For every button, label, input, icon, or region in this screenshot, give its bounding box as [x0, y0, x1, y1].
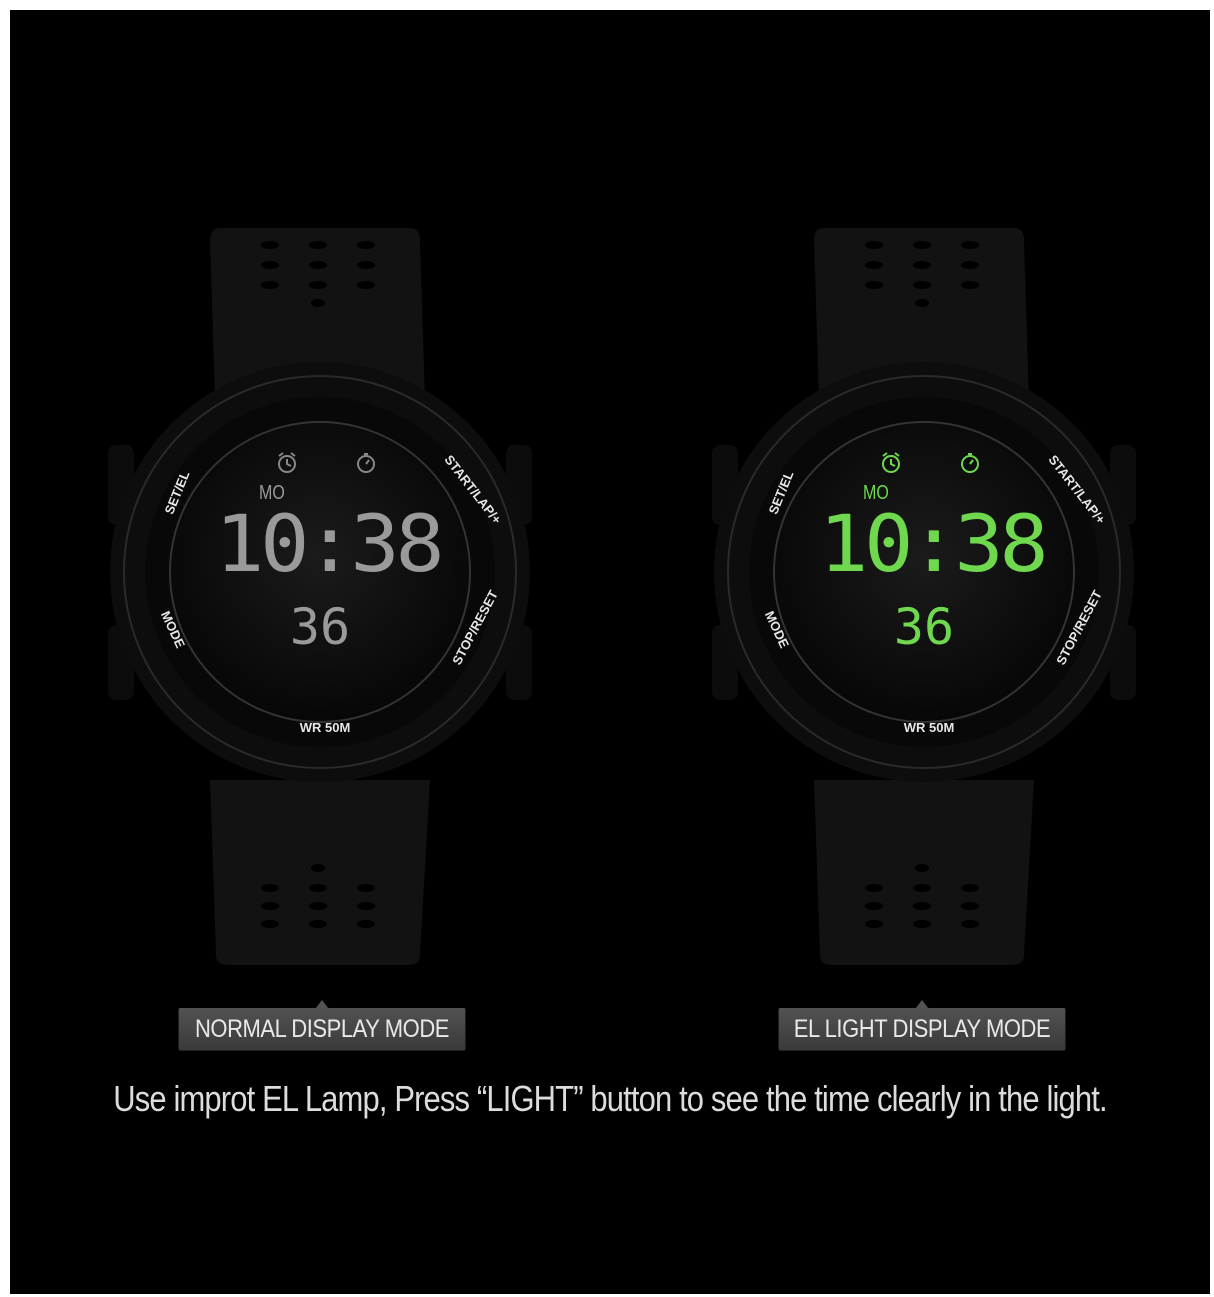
watch-normal-mode: MO 10:38 36 SET/EL MODE START/LAP/+ STOP…: [90, 220, 550, 980]
bezel-label-wr: WR 50M: [903, 720, 955, 735]
label-el-light-display-mode: EL LIGHT DISPLAY MODE: [778, 1000, 1066, 1050]
seconds-display: 36: [289, 598, 351, 656]
bottom-strap: [210, 780, 430, 965]
bezel-label-wr: WR 50M: [299, 720, 351, 735]
watch-el-light-mode: MO 10:38 36 SET/EL MODE START/LAP/+ STOP…: [694, 220, 1154, 980]
time-display: 10:38: [819, 500, 1049, 590]
caption-text: Use improt EL Lamp, Press “LIGHT” button…: [113, 1078, 1107, 1119]
seconds-display: 36: [893, 598, 955, 656]
product-image: MO 10:38 36 SET/EL MODE START/LAP/+ STOP…: [10, 10, 1210, 1294]
bottom-strap: [814, 780, 1034, 965]
label-normal-display-mode: NORMAL DISPLAY MODE: [178, 1000, 466, 1050]
time-display: 10:38: [215, 500, 445, 590]
